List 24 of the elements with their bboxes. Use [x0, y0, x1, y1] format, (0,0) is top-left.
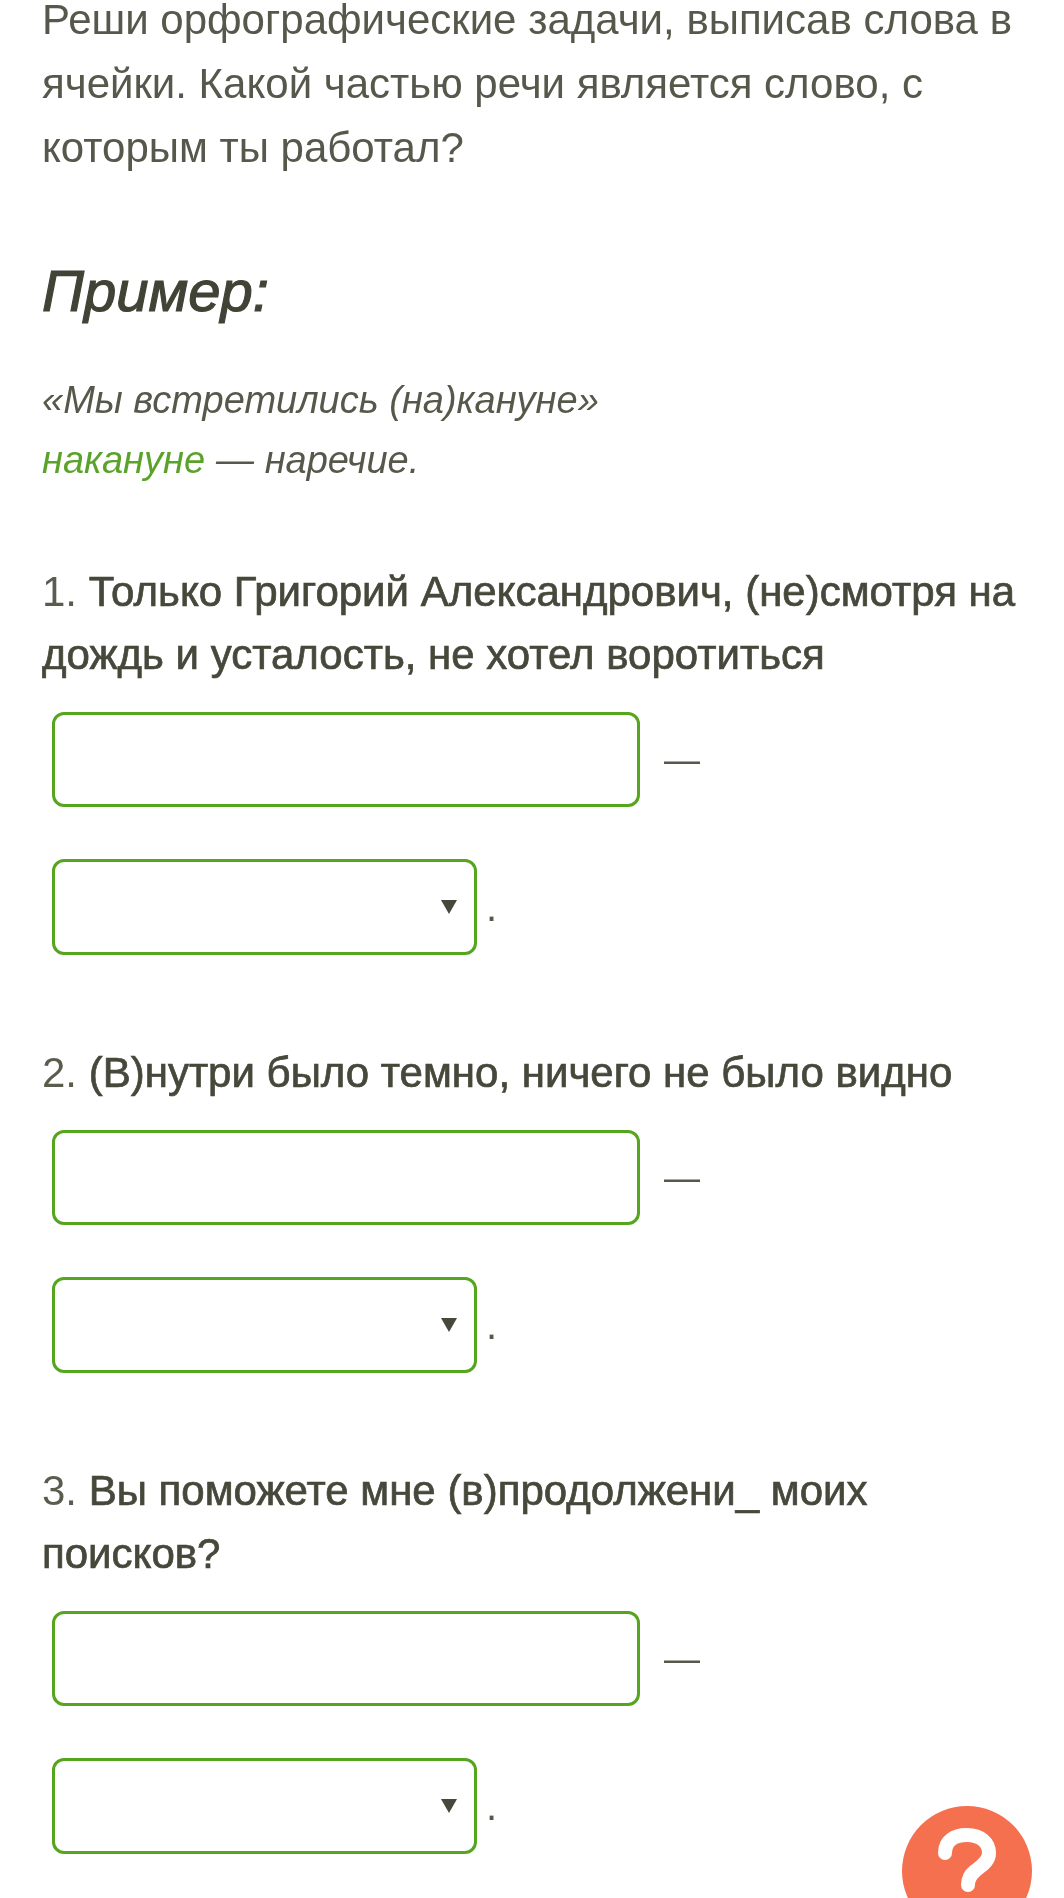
example-sentence: «Мы встретились (на)кануне» [42, 378, 599, 423]
period-text: . [486, 884, 498, 931]
answer-input[interactable] [52, 1130, 640, 1225]
caret-icon [441, 900, 457, 914]
example-answer-word: накануне [42, 438, 206, 483]
caret-icon [441, 1318, 457, 1332]
instructions-text: Реши орфографические задачи, выписав слова в ячейки. Какой частью речи является слово, с которым ты работал? [42, 0, 1013, 173]
task-sentence: 1. Только Григорий Александрович, (не)смотря на дождь и усталость, не хотел воротиться [42, 567, 1017, 680]
task-sentence: 3. Вы поможете мне (в)продолжени_ моих поисков? [42, 1466, 869, 1579]
example-heading: Пример: [42, 257, 269, 325]
dash-text: — [664, 1157, 700, 1198]
period-text: . [486, 1783, 498, 1830]
example-answer-explanation: — наречие. [216, 438, 420, 483]
part-of-speech-select[interactable] [52, 1277, 477, 1373]
help-icon [937, 1828, 997, 1892]
answer-input[interactable] [52, 712, 640, 807]
task-sentence: 2. (В)нутри было темно, ничего не было видно [42, 1048, 954, 1098]
caret-icon [441, 1799, 457, 1813]
answer-input[interactable] [52, 1611, 640, 1706]
dash-text: — [664, 1638, 700, 1679]
part-of-speech-select[interactable] [52, 859, 477, 955]
dash-text: — [664, 739, 700, 780]
part-of-speech-select[interactable] [52, 1758, 477, 1854]
period-text: . [486, 1302, 498, 1349]
